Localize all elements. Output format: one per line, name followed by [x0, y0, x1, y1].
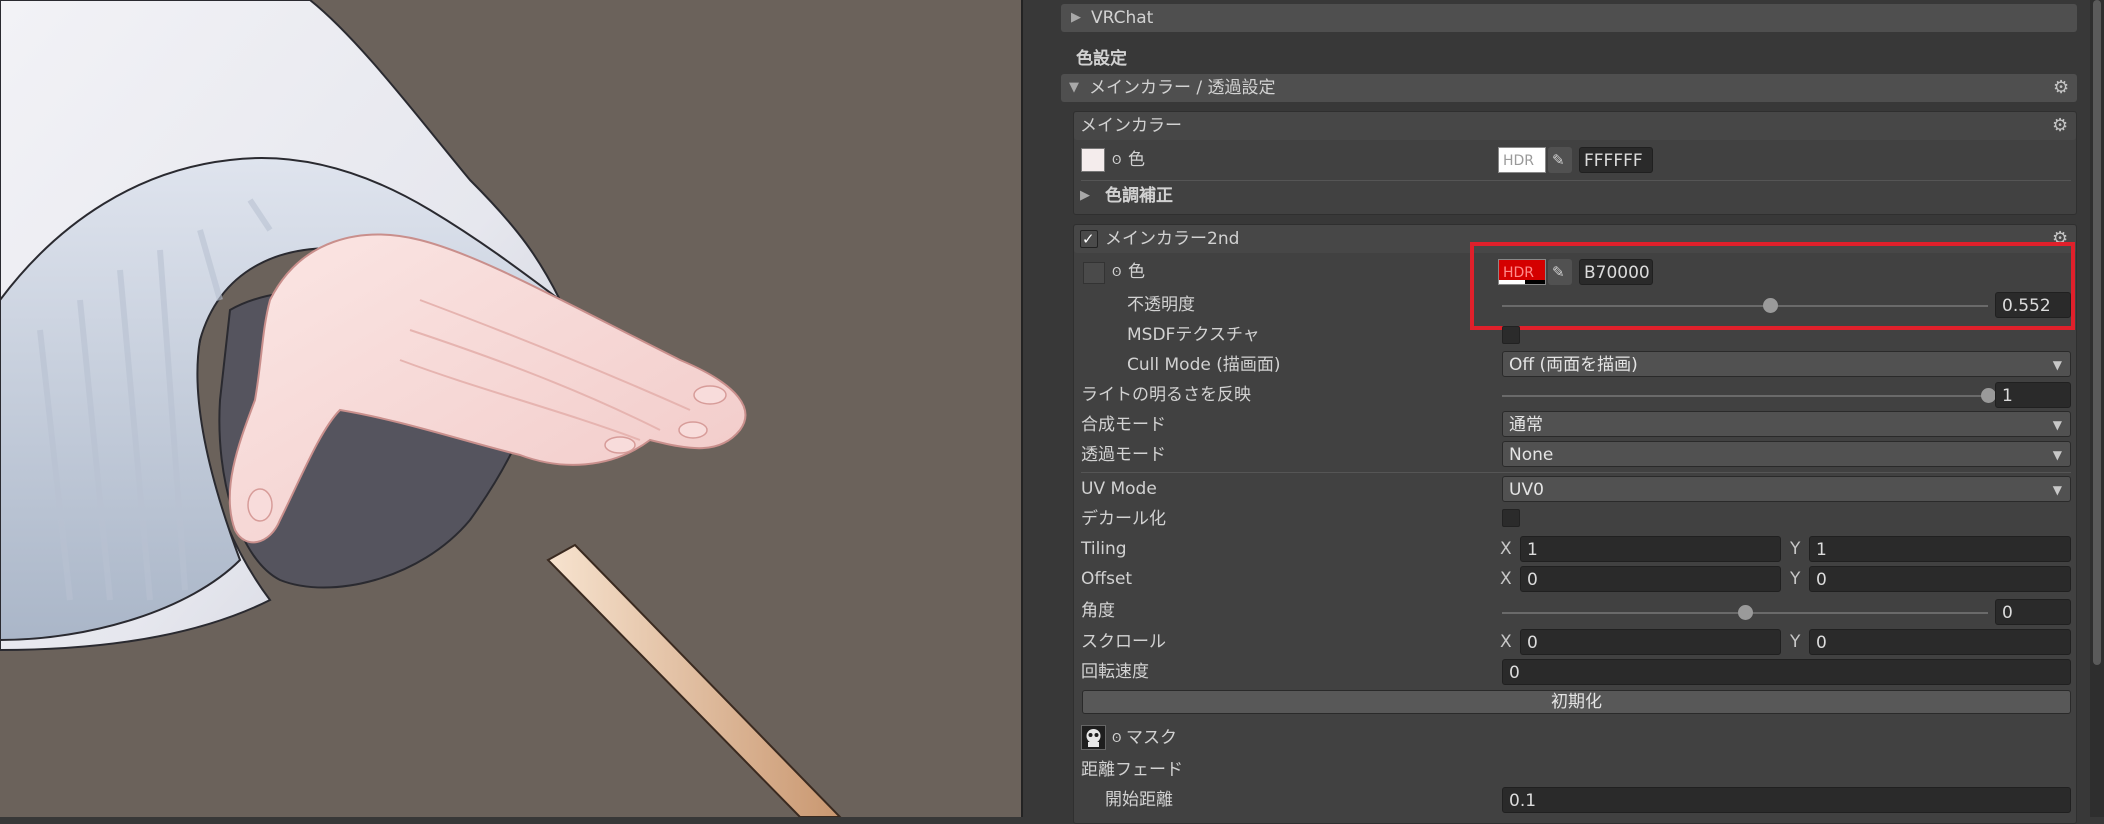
- y-label: Y: [1790, 569, 1801, 589]
- reset-button[interactable]: 初期化: [1082, 690, 2071, 714]
- offset-label: Offset: [1081, 569, 1133, 589]
- opacity-label: 不透明度: [1127, 295, 1195, 315]
- light-field[interactable]: 1: [1995, 382, 2071, 408]
- texture-slot-icon: ʘ: [1112, 731, 1122, 745]
- rotate-speed-field[interactable]: 0: [1502, 659, 2071, 685]
- msdf-label: MSDFテクスチャ: [1127, 325, 1260, 345]
- angle-label: 角度: [1081, 601, 1115, 621]
- scene-viewport[interactable]: [0, 0, 1021, 817]
- x-label: X: [1500, 632, 1512, 652]
- texture-slot-icon: ʘ: [1112, 265, 1122, 279]
- dropdown-arrow-icon: ▼: [2052, 418, 2062, 432]
- main-color-foldout-label: メインカラー / 透過設定: [1089, 78, 1276, 98]
- scroll-x-field[interactable]: 0: [1520, 629, 1781, 655]
- dropdown-arrow-icon: ▼: [2052, 358, 2062, 372]
- mask-texture-thumbnail[interactable]: [1081, 725, 1106, 750]
- vrchat-foldout[interactable]: ▶ VRChat: [1061, 4, 2077, 32]
- mask-label: マスク: [1126, 728, 1177, 748]
- eyedropper-button[interactable]: ✎: [1548, 147, 1572, 173]
- alpha-mode-value: None: [1509, 445, 1554, 465]
- inspector-scrollbar-thumb[interactable]: [2093, 0, 2101, 665]
- blend-mode-label: 合成モード: [1081, 415, 1166, 435]
- main-color-title: メインカラー: [1080, 116, 1182, 136]
- blend-mode-dropdown[interactable]: 通常 ▼: [1502, 411, 2071, 437]
- x-label: X: [1500, 569, 1512, 589]
- mask-preview-icon: [1086, 729, 1101, 747]
- cull-mode-dropdown[interactable]: Off (両面を描画) ▼: [1502, 351, 2071, 377]
- texture-slot-icon: ʘ: [1112, 153, 1122, 167]
- uv-mode-dropdown[interactable]: UV0 ▼: [1502, 476, 2071, 502]
- y-label: Y: [1790, 632, 1801, 652]
- main-color-label: 色: [1128, 150, 1145, 170]
- scroll-label: スクロール: [1081, 632, 1166, 652]
- blend-mode-value: 通常: [1509, 415, 1543, 435]
- light-slider-thumb[interactable]: [1981, 388, 1996, 403]
- color-adjust-foldout[interactable]: 色調補正: [1105, 185, 1173, 207]
- main-color-swatch[interactable]: HDR: [1498, 147, 1546, 173]
- dropdown-arrow-icon: ▼: [2052, 448, 2062, 462]
- main-color-2nd-toggle[interactable]: ✓: [1080, 230, 1098, 248]
- gear-icon[interactable]: ⚙: [2052, 116, 2068, 136]
- cull-mode-label: Cull Mode (描画面): [1127, 355, 1281, 375]
- scroll-y-field[interactable]: 0: [1809, 629, 2071, 655]
- start-distance-field[interactable]: 0.1: [1502, 787, 2071, 813]
- color-settings-heading: 色設定: [1076, 49, 1127, 69]
- light-label: ライトの明るさを反映: [1081, 385, 1251, 405]
- separator: [1081, 472, 2071, 473]
- gear-icon[interactable]: ⚙: [2053, 78, 2069, 98]
- alpha-mode-label: 透過モード: [1081, 445, 1166, 465]
- alpha-mode-dropdown[interactable]: None ▼: [1502, 441, 2071, 467]
- highlight-box: [1470, 242, 2075, 330]
- foldout-arrow-right-icon[interactable]: ▶: [1080, 185, 1090, 207]
- hdr-label: HDR: [1503, 153, 1535, 169]
- main-color-header[interactable]: メインカラー ⚙: [1074, 112, 2076, 140]
- color-2nd-label: 色: [1128, 262, 1145, 282]
- main-color-2nd-title: メインカラー2nd: [1105, 229, 1240, 249]
- offset-y-field[interactable]: 0: [1809, 566, 2071, 592]
- angle-field[interactable]: 0: [1995, 599, 2071, 625]
- decal-checkbox[interactable]: [1502, 509, 1520, 527]
- uv-mode-value: UV0: [1509, 480, 1544, 500]
- separator: [1081, 180, 2071, 181]
- angle-slider-thumb[interactable]: [1738, 605, 1753, 620]
- foldout-arrow-down-icon: ▼: [1069, 80, 1079, 95]
- tiling-label: Tiling: [1081, 539, 1127, 559]
- texture-thumbnail[interactable]: [1081, 148, 1105, 172]
- light-slider-track[interactable]: [1502, 395, 1988, 397]
- uv-mode-label: UV Mode: [1081, 479, 1157, 499]
- offset-x-field[interactable]: 0: [1520, 566, 1781, 592]
- main-color-hex-field[interactable]: FFFFFF: [1579, 147, 1653, 173]
- main-color-foldout[interactable]: ▼ メインカラー / 透過設定 ⚙: [1061, 74, 2077, 102]
- dropdown-arrow-icon: ▼: [2052, 483, 2062, 497]
- cull-mode-value: Off (両面を描画): [1509, 355, 1638, 375]
- vrchat-foldout-label: VRChat: [1091, 8, 1154, 28]
- eyedropper-icon: ✎: [1552, 151, 1565, 169]
- x-label: X: [1500, 539, 1512, 559]
- y-label: Y: [1790, 539, 1801, 559]
- foldout-arrow-right-icon: ▶: [1071, 10, 1081, 25]
- rotate-speed-label: 回転速度: [1081, 662, 1149, 682]
- tiling-x-field[interactable]: 1: [1520, 536, 1781, 562]
- texture-thumbnail[interactable]: [1083, 262, 1105, 284]
- tiling-y-field[interactable]: 1: [1809, 536, 2071, 562]
- msdf-checkbox[interactable]: [1502, 326, 1520, 344]
- check-icon: ✓: [1082, 230, 1095, 248]
- decal-label: デカール化: [1081, 509, 1166, 529]
- avatar-arm-render: [0, 0, 842, 817]
- start-distance-label: 開始距離: [1105, 790, 1173, 810]
- distance-fade-label: 距離フェード: [1081, 760, 1183, 780]
